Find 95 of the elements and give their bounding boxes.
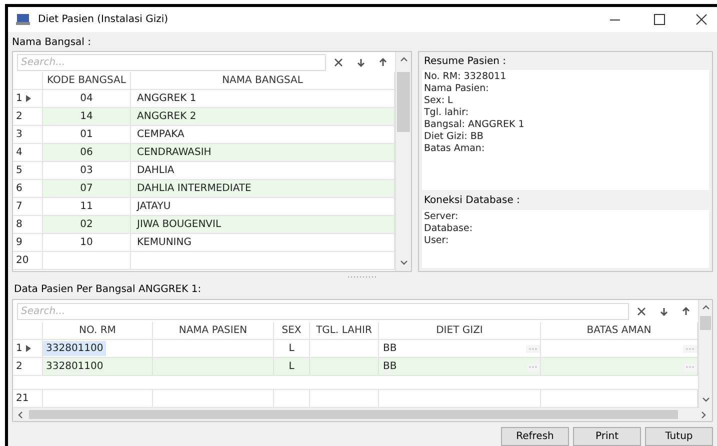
row-count: 20 bbox=[16, 254, 29, 268]
scroll-left-icon[interactable] bbox=[17, 410, 25, 418]
table-cell-text: ANGGREK 1 bbox=[137, 92, 196, 106]
vertical-scrollbar[interactable] bbox=[395, 52, 411, 271]
scroll-thumb[interactable] bbox=[397, 72, 410, 132]
table-cell-text: 10 bbox=[80, 236, 93, 250]
section-label: Nama Bangsal : bbox=[12, 36, 92, 50]
resume-line: Tgl. lahir: bbox=[424, 107, 470, 119]
scroll-thumb[interactable] bbox=[700, 316, 711, 330]
row-number: 9 bbox=[16, 236, 22, 250]
action-button[interactable]: Refresh bbox=[501, 427, 569, 446]
table-cell-text: 02 bbox=[80, 218, 93, 232]
table-cell-text: 03 bbox=[80, 164, 93, 178]
maximize-icon[interactable] bbox=[654, 14, 665, 25]
table-row[interactable]: 7 11 JATAYU bbox=[13, 198, 395, 216]
action-button[interactable]: Print bbox=[573, 427, 641, 446]
table-cell-text: L bbox=[288, 342, 294, 356]
row-number: 6 bbox=[16, 182, 22, 196]
scroll-down-icon[interactable] bbox=[400, 259, 408, 267]
column-header[interactable]: NAMA BANGSAL bbox=[131, 72, 395, 90]
scroll-down-icon[interactable] bbox=[702, 396, 710, 404]
table-row[interactable]: 4 06 CENDRAWASIH bbox=[13, 144, 395, 162]
table-row[interactable]: 8 02 JIWA BOUGENVIL bbox=[13, 216, 395, 234]
scroll-up-icon[interactable] bbox=[702, 304, 710, 312]
table-cell: 332801100 bbox=[43, 341, 106, 356]
table-cell-text: 04 bbox=[80, 92, 93, 106]
connection-line: User: bbox=[424, 235, 450, 247]
table-cell-text: JIWA BOUGENVIL bbox=[137, 218, 222, 232]
table-row[interactable]: 3 01 CEMPAKA bbox=[13, 126, 395, 144]
arrow-down-icon[interactable] bbox=[660, 306, 668, 316]
table-cell-text: 11 bbox=[80, 200, 93, 214]
horizontal-scrollbar[interactable] bbox=[13, 408, 712, 421]
column-header[interactable]: NAMA PASIEN bbox=[153, 322, 274, 340]
column-header[interactable]: SEX bbox=[274, 322, 310, 340]
resume-line: Bangsal: ANGGREK 1 bbox=[424, 119, 526, 131]
table-cell-text: 06 bbox=[80, 146, 93, 160]
row-number: 4 bbox=[16, 146, 22, 160]
row-number: 1 bbox=[16, 92, 22, 106]
table-row[interactable]: 2 14 ANGGREK 2 bbox=[13, 108, 395, 126]
table-cell-text: 332801100 bbox=[45, 360, 104, 374]
resume-line: Nama Pasien: bbox=[424, 83, 490, 95]
table-row[interactable]: 1 04 ANGGREK 1 bbox=[13, 90, 395, 108]
panel-title: Resume Pasien : bbox=[423, 55, 508, 69]
table-cell-text: CEMPAKA bbox=[137, 128, 184, 142]
table-cell-text: DAHLIA INTERMEDIATE bbox=[137, 182, 252, 196]
row-number: 7 bbox=[16, 200, 22, 214]
arrow-up-icon[interactable] bbox=[682, 306, 690, 316]
table-cell-text: BB bbox=[383, 342, 397, 356]
scroll-right-icon[interactable] bbox=[700, 410, 708, 418]
table-cell-text: ANGGREK 2 bbox=[137, 110, 196, 124]
table-row[interactable]: 5 03 DAHLIA bbox=[13, 162, 395, 180]
table-cell-text: L bbox=[288, 360, 294, 374]
search-field[interactable]: Search... bbox=[17, 302, 629, 320]
table-cell-text: KEMUNING bbox=[137, 236, 192, 250]
clear-icon[interactable] bbox=[334, 58, 343, 66]
row-number: 3 bbox=[16, 128, 22, 142]
column-header[interactable]: BATAS AMAN bbox=[541, 322, 698, 340]
table-row[interactable]: 9 10 KEMUNING bbox=[13, 234, 395, 252]
table-cell-text: 01 bbox=[80, 128, 93, 142]
row-number: 8 bbox=[16, 218, 22, 232]
table-cell-text: BB bbox=[383, 360, 397, 374]
table-cell-text: DAHLIA bbox=[137, 164, 174, 178]
connection-line: Database: bbox=[424, 223, 474, 235]
scroll-thumb[interactable] bbox=[29, 410, 678, 419]
panel-title: Koneksi Database : bbox=[423, 194, 521, 208]
window-title: Diet Pasien (Instalasi Gizi) bbox=[38, 13, 168, 27]
computer-icon bbox=[16, 13, 30, 26]
close-icon[interactable] bbox=[696, 14, 707, 25]
row-number: 2 bbox=[16, 110, 22, 124]
row-number: 1 bbox=[16, 342, 22, 356]
row-number: 2 bbox=[16, 360, 22, 374]
section-label: Data Pasien Per Bangsal ANGGREK 1: bbox=[13, 283, 202, 297]
column-header[interactable]: TGL. LAHIR bbox=[310, 322, 379, 340]
vertical-scrollbar[interactable] bbox=[698, 300, 712, 408]
resume-line: Diet Gizi: BB bbox=[424, 131, 484, 143]
connection-line: Server: bbox=[424, 211, 460, 223]
table-cell-text: CENDRAWASIH bbox=[137, 146, 212, 160]
arrow-up-icon[interactable] bbox=[379, 58, 387, 66]
column-header[interactable]: DIET GIZI bbox=[379, 322, 541, 340]
scroll-up-icon[interactable] bbox=[400, 56, 408, 64]
resume-line: No. RM: 3328011 bbox=[424, 71, 508, 83]
arrow-down-icon[interactable] bbox=[357, 58, 365, 66]
table-cell-text: 07 bbox=[80, 182, 93, 196]
row-number: 5 bbox=[16, 164, 22, 178]
action-button[interactable]: Tutup bbox=[645, 427, 713, 446]
column-header[interactable]: KODE BANGSAL bbox=[43, 72, 131, 90]
table-cell-text: 14 bbox=[80, 110, 93, 124]
search-field[interactable]: Search... bbox=[17, 54, 326, 70]
column-header[interactable]: NO. RM bbox=[43, 322, 153, 340]
resume-line: Sex: L bbox=[424, 95, 454, 107]
resume-line: Batas Aman: bbox=[424, 143, 486, 155]
table-cell-text: JATAYU bbox=[137, 200, 171, 214]
table-row[interactable]: 6 07 DAHLIA INTERMEDIATE bbox=[13, 180, 395, 198]
clear-icon[interactable] bbox=[637, 306, 646, 316]
row-count: 21 bbox=[16, 392, 29, 406]
